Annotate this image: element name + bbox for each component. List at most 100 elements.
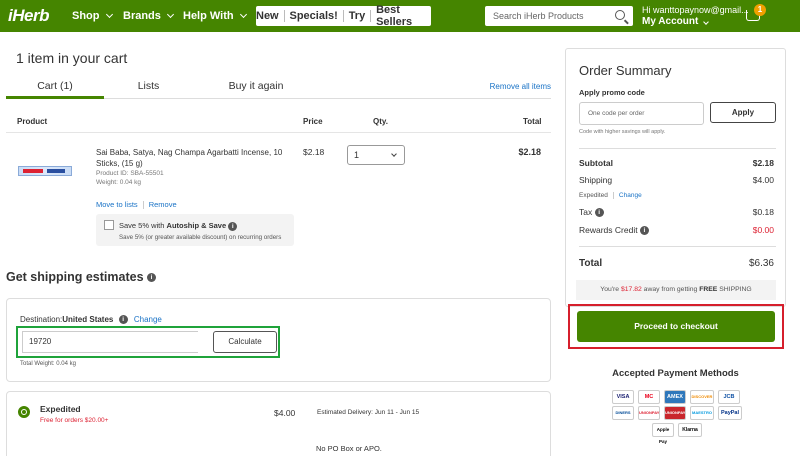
move-to-lists-link[interactable]: Move to lists: [96, 200, 138, 209]
column-product: Product: [17, 117, 48, 126]
autoship-checkbox[interactable]: [104, 220, 114, 230]
tab-lists[interactable]: Lists: [111, 80, 186, 92]
promo-code-note: Code with higher savings will apply.: [579, 129, 666, 135]
chevron-down-icon: [239, 10, 247, 19]
account-greeting: Hi wanttopaynow@gmail...: [642, 5, 749, 15]
chevron-down-icon: [703, 19, 709, 25]
info-icon[interactable]: i: [118, 315, 128, 325]
rewards-credit-label: Rewards Credit i: [579, 225, 649, 236]
estimated-delivery: Estimated Delivery: Jun 11 - Jun 15: [317, 409, 420, 416]
autoship-title-bold: Autoship & Save: [166, 221, 227, 230]
nav-shop-label: Shop: [72, 10, 100, 22]
free-shipping-note: Free for orders $20.00+: [40, 417, 109, 424]
calculate-button[interactable]: Calculate: [213, 331, 277, 353]
account-menu[interactable]: Hi wanttopaynow@gmail... My Account: [642, 5, 749, 27]
column-price: Price: [303, 117, 323, 126]
divider: [342, 10, 344, 22]
nav-shop[interactable]: Shop: [72, 10, 113, 22]
promo-specials-link[interactable]: Specials!: [290, 10, 338, 22]
autoship-option: Save 5% with Autoship & Save i Save 5% (…: [96, 214, 294, 246]
total-label: Total: [579, 258, 603, 269]
shipping-option-expedited[interactable]: Expedited Free for orders $20.00+ $4.00 …: [6, 391, 551, 456]
top-header: iHerb Shop Brands Help With New Specials…: [0, 0, 800, 32]
zip-code-input[interactable]: 19720: [22, 331, 198, 353]
divider: [6, 132, 551, 133]
free-shipping-progress: You're $17.82 away from getting FREE SHI…: [576, 280, 776, 300]
total-weight: Total Weight: 0.04 kg: [20, 361, 76, 367]
apply-promo-button[interactable]: Apply: [710, 102, 776, 123]
search-placeholder: Search iHerb Products: [493, 11, 584, 21]
product-id: Product ID: SBA-55501: [96, 170, 164, 177]
item-price: $2.18: [303, 147, 325, 157]
destination-label: Destination:: [20, 315, 63, 324]
nav-brands[interactable]: Brands: [123, 10, 174, 22]
nav-help-label: Help With: [183, 10, 234, 22]
cart-title: 1 item in your cart: [16, 50, 128, 66]
rewards-label-text: Rewards Credit: [579, 225, 638, 235]
free-ship-amount: $17.82: [620, 286, 642, 293]
info-icon[interactable]: i: [594, 208, 604, 218]
cart-count-badge: 1: [754, 4, 766, 16]
free-ship-prefix: You're: [600, 286, 621, 293]
divider: [612, 192, 614, 199]
remove-item-link[interactable]: Remove: [149, 200, 177, 209]
shipping-option-price: $4.00: [274, 408, 296, 418]
info-icon[interactable]: i: [147, 273, 157, 283]
payment-methods-title: Accepted Payment Methods: [612, 368, 739, 379]
product-weight: Weight: 0.04 kg: [96, 179, 142, 186]
info-icon[interactable]: i: [639, 226, 649, 236]
tab-buy-it-again[interactable]: Buy it again: [211, 80, 301, 92]
divider: [579, 246, 776, 247]
my-account-link[interactable]: My Account: [642, 16, 749, 27]
tax-value: $0.18: [752, 207, 774, 217]
iherb-logo[interactable]: iHerb: [8, 6, 49, 26]
shipping-label: Shipping: [579, 175, 613, 185]
quantity-value: 1: [354, 150, 360, 160]
product-name-link[interactable]: Sai Baba, Satya, Nag Champa Agarbatti In…: [96, 147, 286, 169]
promo-new-link[interactable]: New: [256, 10, 279, 22]
product-image[interactable]: [18, 166, 72, 176]
promo-code-label: Apply promo code: [579, 88, 645, 97]
klarna-icon: Klarna: [678, 423, 702, 437]
shipping-estimates-title: Get shipping estimates i: [6, 270, 157, 284]
diners-icon: DINERS: [612, 406, 634, 420]
discover-icon: DISCOVER: [690, 390, 714, 404]
maestro-icon: MAESTRO: [690, 406, 714, 420]
chevron-down-icon: [166, 10, 174, 19]
autoship-subtitle: Save 5% (or greater available discount) …: [119, 234, 282, 241]
apple-pay-icon: Apple Pay: [652, 423, 674, 444]
subtotal-label: Subtotal: [579, 158, 613, 168]
my-account-label: My Account: [642, 16, 699, 27]
change-destination-link[interactable]: Change: [134, 315, 162, 324]
column-total: Total: [523, 117, 542, 126]
paypal-icon: PayPal: [718, 406, 742, 420]
promo-links: New Specials! Try Best Sellers: [256, 4, 431, 28]
divider: [370, 10, 372, 22]
tax-label-text: Tax: [579, 207, 593, 217]
expedited-radio[interactable]: [18, 406, 30, 418]
tab-cart[interactable]: Cart (1): [6, 80, 104, 99]
remove-all-link[interactable]: Remove all items: [490, 82, 551, 91]
promo-best-sellers-link[interactable]: Best Sellers: [376, 4, 431, 28]
shipping-method-name: Expedited: [579, 192, 608, 200]
visa-icon: VISA: [612, 390, 634, 404]
shipping-option-name: Expedited: [40, 404, 81, 414]
search-input[interactable]: Search iHerb Products: [485, 6, 633, 26]
divider: [142, 201, 144, 210]
order-summary-title: Order Summary: [579, 63, 672, 78]
chevron-down-icon: [391, 151, 397, 157]
nav-brands-label: Brands: [123, 10, 161, 22]
nav-help-with[interactable]: Help With: [183, 10, 247, 22]
amex-icon: AMEX: [664, 390, 686, 404]
search-icon[interactable]: [615, 10, 625, 20]
promo-code-input[interactable]: One code per order: [579, 102, 704, 125]
promo-try-link[interactable]: Try: [349, 10, 366, 22]
mastercard-icon: MC: [638, 390, 660, 404]
quantity-select[interactable]: 1: [347, 145, 405, 165]
change-shipping-link[interactable]: Change: [619, 192, 642, 199]
proceed-to-checkout-button[interactable]: Proceed to checkout: [577, 311, 775, 342]
destination-value: United States: [62, 315, 114, 324]
item-actions: Move to lists Remove: [96, 200, 177, 210]
divider: [283, 10, 285, 22]
info-icon[interactable]: i: [228, 221, 238, 231]
